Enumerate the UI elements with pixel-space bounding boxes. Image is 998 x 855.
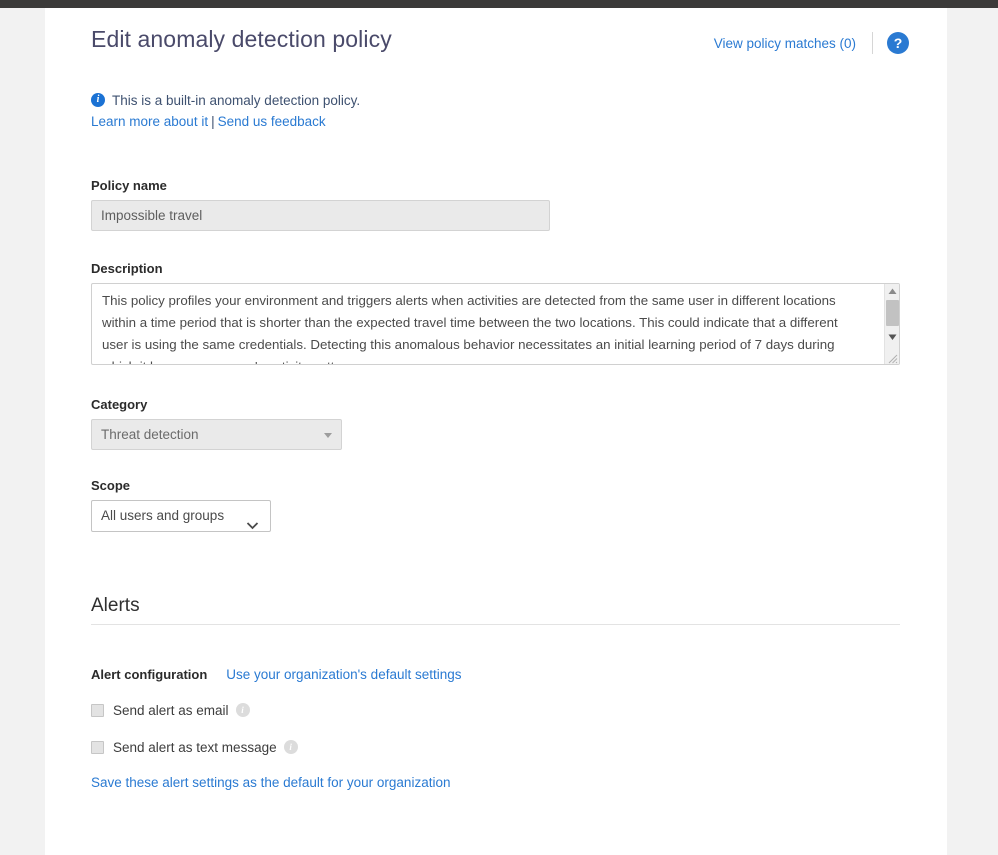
send-alert-email-row[interactable]: Send alert as email i (91, 700, 947, 720)
scope-field: Scope All users and groups (91, 478, 947, 532)
chevron-down-icon (324, 433, 332, 438)
send-alert-text-checkbox[interactable] (91, 741, 104, 754)
description-textarea[interactable]: This policy profiles your environment an… (91, 283, 900, 365)
scope-label: Scope (91, 478, 947, 493)
textarea-resize-handle[interactable] (886, 351, 898, 363)
alert-configuration-label: Alert configuration (91, 667, 207, 682)
send-alert-email-checkbox[interactable] (91, 704, 104, 717)
policy-name-label: Policy name (91, 178, 947, 193)
description-label: Description (91, 261, 947, 276)
email-info-icon[interactable]: i (236, 703, 250, 717)
header-divider (872, 32, 873, 54)
use-default-settings-link[interactable]: Use your organization's default settings (226, 667, 461, 682)
builtin-policy-banner: i This is a built-in anomaly detection p… (91, 90, 360, 129)
policy-form: Policy name Impossible travel Descriptio… (91, 178, 947, 792)
send-alert-text-label: Send alert as text message (113, 740, 277, 755)
banner-links-row: Learn more about it|Send us feedback (91, 114, 360, 129)
chevron-down-icon (246, 511, 259, 532)
alert-configuration-row: Alert configuration Use your organizatio… (91, 667, 947, 682)
left-gutter (0, 8, 45, 855)
scope-value: All users and groups (101, 508, 224, 523)
send-alert-text-row[interactable]: Send alert as text message i (91, 737, 947, 757)
help-icon[interactable]: ? (887, 32, 909, 54)
category-value: Threat detection (101, 427, 199, 442)
category-select[interactable]: Threat detection (91, 419, 342, 450)
banner-message: This is a built-in anomaly detection pol… (112, 93, 360, 108)
view-policy-matches-link[interactable]: View policy matches (0) (714, 36, 856, 51)
app-frame: Edit anomaly detection policy View polic… (0, 0, 998, 855)
scroll-up-icon[interactable] (885, 284, 900, 299)
description-value: This policy profiles your environment an… (102, 290, 867, 365)
right-gutter (947, 8, 998, 855)
send-alert-email-label: Send alert as email (113, 703, 229, 718)
policy-edit-panel: Edit anomaly detection policy View polic… (45, 8, 947, 855)
learn-more-link[interactable]: Learn more about it (91, 114, 208, 129)
category-label: Category (91, 397, 947, 412)
info-icon: i (91, 93, 105, 107)
save-alert-settings-default-link[interactable]: Save these alert settings as the default… (91, 775, 450, 790)
send-feedback-link[interactable]: Send us feedback (218, 114, 326, 129)
window-top-bar (0, 0, 998, 8)
page-header: Edit anomaly detection policy View polic… (45, 8, 947, 80)
header-actions: View policy matches (0) ? (714, 32, 909, 54)
description-field: Description This policy profiles your en… (91, 261, 947, 365)
save-default-row: Save these alert settings as the default… (91, 774, 947, 792)
scrollbar-thumb[interactable] (886, 300, 899, 326)
alerts-section: Alerts Alert configuration Use your orga… (91, 595, 947, 792)
scope-select[interactable]: All users and groups (91, 500, 271, 532)
policy-name-input[interactable]: Impossible travel (91, 200, 550, 231)
scroll-down-icon[interactable] (885, 330, 900, 345)
page-title: Edit anomaly detection policy (91, 26, 392, 53)
banner-message-row: i This is a built-in anomaly detection p… (91, 90, 360, 110)
category-field: Category Threat detection (91, 397, 947, 450)
policy-name-field: Policy name Impossible travel (91, 178, 947, 231)
link-separator: | (211, 114, 215, 129)
text-message-info-icon[interactable]: i (284, 740, 298, 754)
alerts-section-title: Alerts (91, 595, 900, 625)
